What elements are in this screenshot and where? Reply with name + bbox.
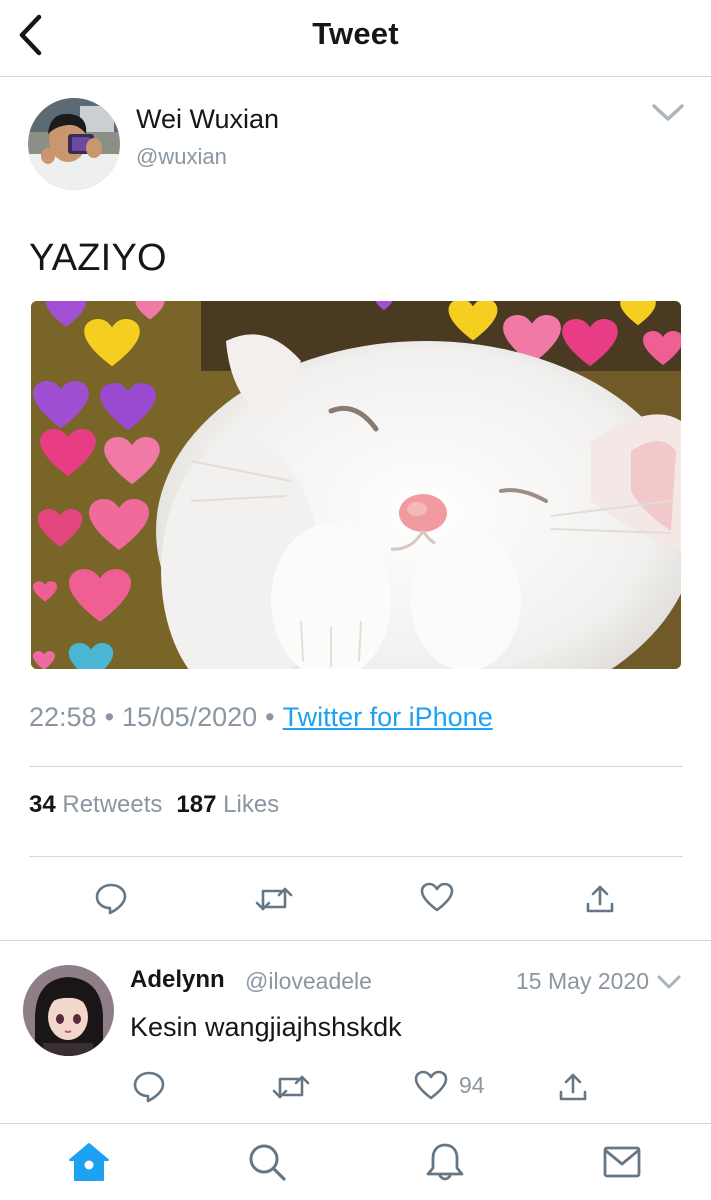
reply-options-button[interactable]	[654, 970, 684, 994]
bottom-tab-bar	[0, 1123, 711, 1200]
author-avatar[interactable]	[28, 98, 120, 190]
divider	[0, 940, 711, 941]
heart-icon	[414, 1070, 448, 1100]
reply-like-button[interactable]	[409, 1064, 453, 1108]
retweet-icon	[272, 1075, 310, 1099]
tweet-media-image[interactable]	[31, 301, 681, 669]
chevron-down-icon	[657, 975, 681, 989]
like-button[interactable]	[415, 876, 459, 920]
reply-text: Kesin wangjiajhshskdk	[130, 1012, 402, 1042]
share-icon	[559, 1073, 587, 1101]
reply-retweet-button[interactable]	[269, 1065, 313, 1109]
separator-dot: •	[265, 702, 275, 732]
like-count[interactable]: 187	[176, 791, 216, 818]
separator-dot: •	[104, 702, 115, 732]
reply-date: 15 May 2020	[516, 968, 649, 994]
tab-home[interactable]	[65, 1138, 113, 1186]
heart-icon	[420, 882, 454, 912]
notifications-bell-icon	[426, 1143, 464, 1181]
tab-messages[interactable]	[598, 1138, 646, 1186]
author-handle[interactable]: @wuxian	[136, 144, 227, 170]
reply-author-avatar[interactable]	[23, 965, 114, 1056]
author-name[interactable]: Wei Wuxian	[136, 104, 279, 135]
tweet-time: 22:58	[29, 702, 97, 732]
reply-author-handle[interactable]: @iloveadele	[245, 968, 372, 995]
tweet-text: YAZIYO	[29, 237, 167, 279]
divider	[29, 766, 683, 767]
cat-hearts-image	[31, 301, 681, 669]
retweet-icon	[255, 887, 293, 911]
reply-author-name[interactable]: Adelynn	[130, 966, 225, 994]
home-icon	[69, 1143, 109, 1181]
reply-like-count: 94	[459, 1072, 485, 1098]
like-label[interactable]: Likes	[223, 791, 279, 818]
search-icon	[249, 1144, 286, 1181]
tweet-options-button[interactable]	[648, 98, 688, 128]
divider	[29, 856, 683, 857]
reply-bubble-icon	[133, 1071, 165, 1103]
share-icon	[586, 885, 614, 913]
page-title: Tweet	[312, 16, 399, 51]
chevron-down-icon	[652, 104, 684, 121]
retweet-count[interactable]: 34	[29, 791, 56, 818]
reply-reply-button[interactable]	[127, 1064, 171, 1108]
messages-envelope-icon	[603, 1146, 641, 1178]
top-nav-bar: Tweet	[0, 0, 711, 77]
tweet-timestamp-line: 22:58 • 15/05/2020 • Twitter for iPhone	[29, 702, 493, 733]
reply-share-button[interactable]	[551, 1065, 595, 1109]
tweet-date: 15/05/2020	[122, 702, 258, 732]
retweet-button[interactable]	[252, 877, 296, 921]
tab-search[interactable]	[243, 1138, 291, 1186]
reply-bubble-icon	[95, 883, 127, 915]
tweet-source-link[interactable]: Twitter for iPhone	[283, 702, 493, 732]
reply-button[interactable]	[89, 876, 133, 920]
share-button[interactable]	[578, 877, 622, 921]
retweet-label[interactable]: Retweets	[62, 791, 162, 818]
tab-notifications[interactable]	[421, 1138, 469, 1186]
tweet-stats: 34 Retweets 187 Likes	[29, 791, 279, 819]
